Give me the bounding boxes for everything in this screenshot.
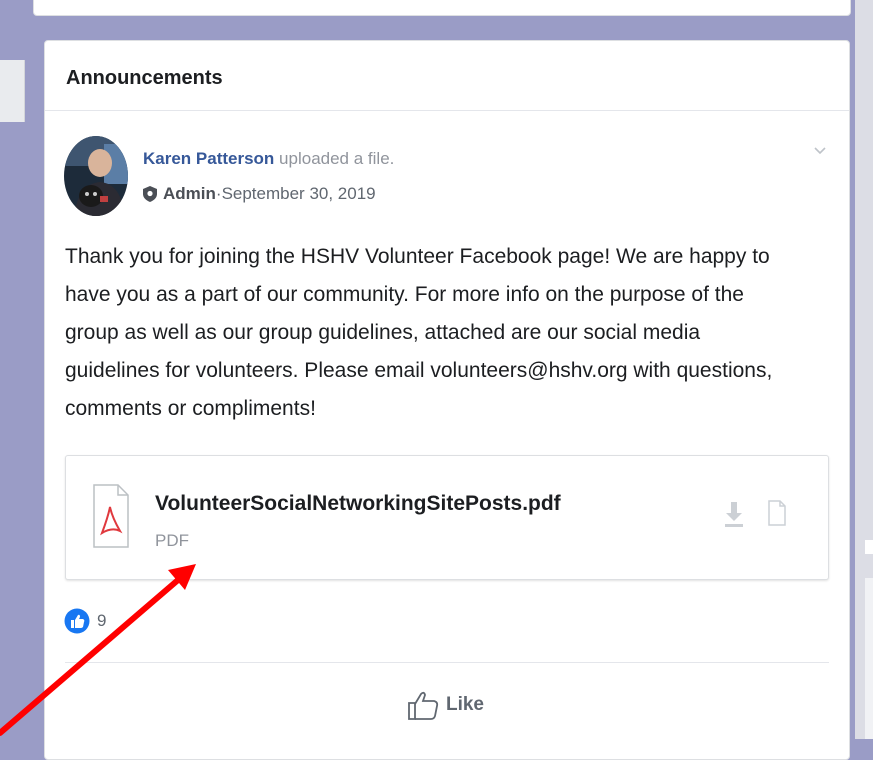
divider	[65, 662, 829, 663]
like-label: Like	[445, 694, 485, 715]
like-button[interactable]: Like	[370, 685, 520, 725]
document-icon[interactable]	[768, 500, 786, 526]
file-name[interactable]: VolunteerSocialNetworkingSitePosts.pdf	[155, 492, 561, 516]
reaction-count: 9	[97, 611, 107, 630]
author-name-link[interactable]: Karen Patterson	[143, 149, 274, 168]
like-reaction-icon	[64, 608, 90, 634]
thumbs-up-icon	[408, 691, 439, 720]
pdf-file-icon	[93, 484, 129, 548]
previous-card	[33, 0, 851, 16]
post-meta: Admin · September 30, 2019	[143, 184, 376, 204]
file-type: PDF	[155, 531, 189, 550]
post-body-line: comments or compliments!	[65, 397, 316, 420]
post-body-line: Thank you for joining the HSHV Volunteer…	[65, 245, 770, 268]
section-title: Announcements	[66, 67, 223, 89]
post-body-line: group as well as our group guidelines, a…	[65, 321, 701, 344]
post-body: Thank you for joining the HSHV Volunteer…	[65, 238, 835, 428]
right-panel-block	[865, 540, 873, 554]
right-panel-block-lower	[865, 578, 873, 739]
card-header: Announcements	[45, 41, 849, 111]
chevron-down-icon[interactable]	[812, 142, 828, 158]
post-body-line: guidelines for volunteers. Please email …	[65, 359, 773, 382]
avatar-image	[64, 136, 128, 216]
post-body-line: have you as a part of our community. For…	[65, 283, 744, 306]
left-sidebar-edge	[0, 60, 25, 122]
post-author-line: Karen Patterson uploaded a file.	[143, 149, 394, 169]
file-attachment[interactable]: VolunteerSocialNetworkingSitePosts.pdf P…	[65, 455, 829, 580]
author-avatar[interactable]	[64, 136, 128, 216]
post-action-text: uploaded a file.	[274, 149, 395, 168]
author-role: Admin	[163, 184, 216, 203]
reaction-summary[interactable]: 9	[64, 608, 106, 634]
post-date[interactable]: September 30, 2019	[222, 184, 376, 204]
shield-icon	[143, 186, 157, 202]
download-icon[interactable]	[723, 500, 745, 528]
right-sidebar-edge	[855, 0, 873, 739]
